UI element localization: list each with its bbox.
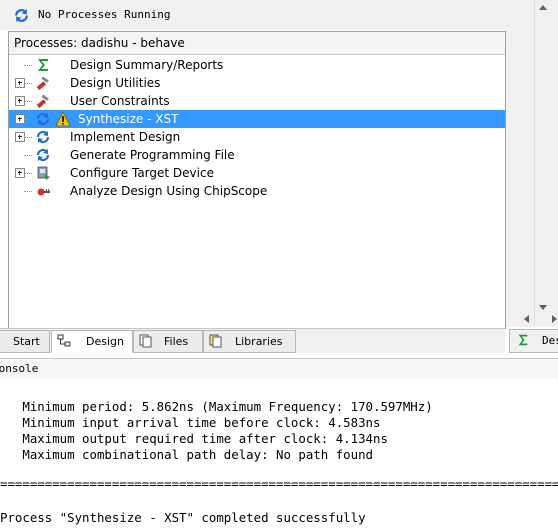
process-item-synthesize-xst[interactable]: Synthesize - XST	[9, 110, 505, 128]
tree-connector	[24, 155, 32, 156]
scroll-left-arrow-icon[interactable]	[524, 315, 529, 323]
tree-connector	[24, 191, 32, 192]
process-item-design-summary[interactable]: Design Summary/Reports	[9, 56, 505, 74]
tab-label: Design	[86, 335, 124, 348]
console-output[interactable]: Minimum period: 5.862ns (Maximum Frequen…	[0, 379, 558, 528]
refresh-icon	[36, 148, 50, 162]
process-item-implement-design[interactable]: Implement Design	[9, 128, 505, 146]
scroll-down-arrow-icon[interactable]	[539, 305, 547, 310]
process-item-label: Configure Target Device	[70, 166, 214, 180]
processes-title: Processes: dadishu - behave	[14, 36, 185, 50]
process-status-bar: No Processes Running	[0, 0, 505, 30]
process-item-configure-target-device[interactable]: Configure Target Device	[9, 164, 505, 182]
chip-icon	[37, 166, 50, 180]
refresh-icon	[15, 9, 28, 22]
process-item-label: User Constraints	[70, 94, 170, 108]
refresh-icon	[36, 112, 50, 126]
console-line: Minimum input arrival time before clock:…	[0, 415, 381, 430]
process-item-analyze-chipscope[interactable]: Analyze Design Using ChipScope	[9, 182, 505, 200]
scroll-up-arrow-icon[interactable]	[539, 5, 547, 10]
probe-icon	[37, 188, 50, 196]
process-item-design-utilities[interactable]: Design Utilities	[9, 74, 505, 92]
tab-design[interactable]: Design	[51, 330, 133, 353]
console-line: Minimum period: 5.862ns (Maximum Frequen…	[0, 399, 433, 414]
tools-icon	[36, 76, 49, 91]
processes-panel: Processes: dadishu - behave Design Summa…	[8, 31, 506, 329]
tab-label: Start	[13, 335, 40, 348]
console-header: Console	[0, 358, 558, 380]
tab-label: Files	[164, 335, 189, 348]
tree-connector	[24, 137, 32, 138]
tree-connector	[24, 83, 32, 84]
vertical-scrollbar[interactable]	[534, 0, 553, 325]
sigma-icon	[518, 334, 528, 346]
hierarchy-icon	[57, 334, 71, 347]
tab-label: Des	[542, 334, 558, 347]
files-icon	[139, 334, 152, 348]
sigma-icon	[38, 59, 48, 71]
tree-connector	[24, 101, 32, 102]
console-title: Console	[0, 362, 39, 375]
process-item-label: Design Utilities	[70, 76, 161, 90]
tab-files[interactable]: Files	[133, 330, 203, 353]
tab-libraries[interactable]: Libraries	[203, 330, 296, 353]
scroll-right-arrow-icon[interactable]	[552, 315, 557, 323]
process-item-label: Implement Design	[70, 130, 181, 144]
tree-connector	[24, 65, 32, 66]
tree-connector	[24, 173, 32, 174]
process-item-label: Synthesize - XST	[78, 112, 179, 126]
navigator-tab-bar: Start Design Files Libraries	[0, 328, 505, 353]
processes-header: Processes: dadishu - behave	[9, 32, 505, 55]
tools-icon	[36, 94, 49, 109]
tab-design-summary[interactable]: Des	[509, 329, 558, 353]
process-item-label: Analyze Design Using ChipScope	[70, 184, 268, 198]
libraries-icon	[209, 334, 222, 348]
process-item-generate-programming-file[interactable]: Generate Programming File	[9, 146, 505, 164]
tab-start[interactable]: Start	[0, 330, 50, 353]
tree-connector	[24, 119, 32, 120]
tab-label: Libraries	[235, 335, 283, 348]
warning-icon	[55, 111, 71, 127]
console-line: Process "Synthesize - XST" completed suc…	[0, 510, 366, 525]
status-text: No Processes Running	[38, 8, 171, 21]
process-item-user-constraints[interactable]: User Constraints	[9, 92, 505, 110]
console-line: Maximum output required time after clock…	[0, 431, 388, 446]
console-separator: ========================================…	[0, 476, 558, 491]
process-item-label: Generate Programming File	[70, 148, 235, 162]
process-item-label: Design Summary/Reports	[70, 58, 224, 72]
refresh-icon	[36, 130, 50, 144]
console-line: Maximum combinational path delay: No pat…	[0, 447, 373, 462]
